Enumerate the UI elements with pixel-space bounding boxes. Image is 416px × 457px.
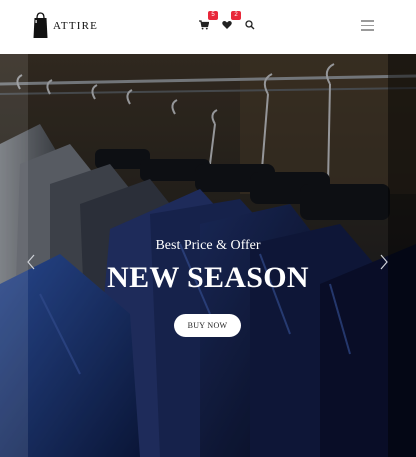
search-icon	[245, 20, 255, 30]
wishlist-count-badge: 2	[231, 11, 241, 20]
site-header: ATTIRE 5 2	[0, 0, 416, 54]
brand-logo[interactable]: ATTIRE	[33, 12, 98, 39]
bag-logo-icon	[33, 12, 48, 39]
hero-slider: Best Price & Offer NEW SEASON BUY NOW	[0, 54, 416, 457]
cart-button[interactable]: 5	[199, 11, 218, 32]
header-actions: 5 2	[199, 11, 268, 32]
cart-icon	[199, 20, 209, 30]
buy-now-button[interactable]: BUY NOW	[174, 314, 241, 337]
menu-icon[interactable]	[361, 20, 374, 31]
hero-caption: Best Price & Offer NEW SEASON BUY NOW	[0, 54, 416, 457]
cart-count-badge: 5	[208, 11, 218, 20]
hero-subtitle: Best Price & Offer	[155, 238, 261, 253]
brand-name: ATTIRE	[53, 19, 99, 32]
wishlist-button[interactable]: 2	[222, 11, 241, 32]
hero-title: NEW SEASON	[107, 261, 309, 294]
heart-icon	[222, 20, 232, 29]
search-button[interactable]	[245, 20, 257, 32]
